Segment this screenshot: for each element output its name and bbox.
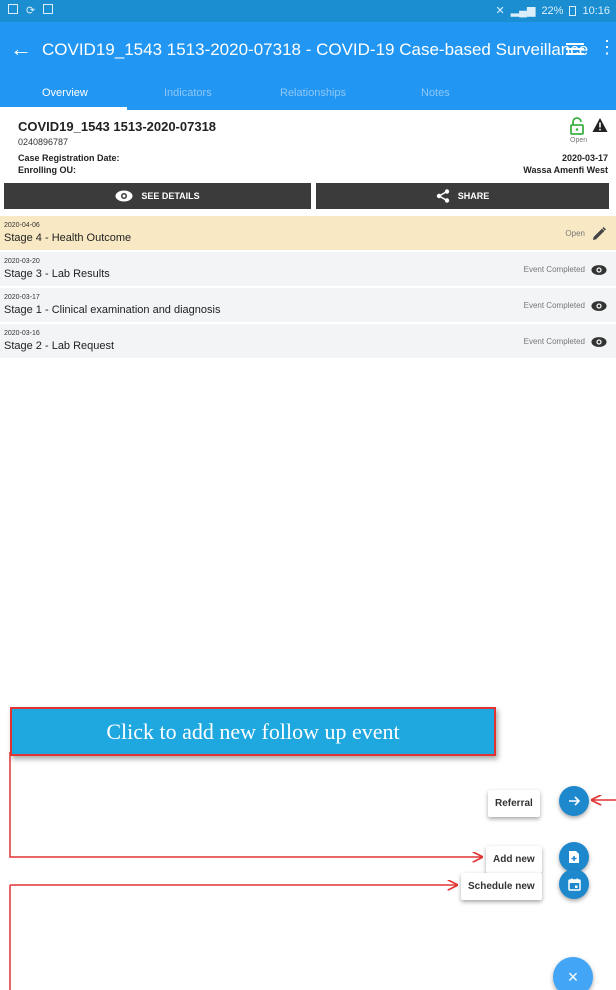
app-bar: ← COVID19_1543 1513-2020-07318 - COVID-1… (0, 22, 616, 78)
tab-bar: Overview Indicators Relationships Notes (0, 78, 616, 110)
event-status: Event Completed (523, 265, 585, 274)
edit-icon[interactable] (591, 226, 607, 242)
event-row[interactable]: 2020-04-06 Stage 4 - Health Outcome Open (0, 216, 616, 251)
referral-label[interactable]: Referral (488, 790, 540, 817)
event-row[interactable]: 2020-03-20 Stage 3 - Lab Results Event C… (0, 252, 616, 287)
event-stage-name: Stage 4 - Health Outcome (4, 232, 132, 244)
more-vert-icon[interactable]: ⋮ (598, 38, 616, 56)
share-label: SHARE (457, 191, 490, 201)
notification-icon (8, 4, 18, 14)
clock: 10:16 (582, 4, 610, 17)
event-stage-name: Stage 2 - Lab Request (4, 340, 115, 352)
tab-indicators[interactable]: Indicators (164, 87, 212, 99)
image-icon (43, 4, 54, 14)
tab-notes[interactable]: Notes (421, 87, 450, 99)
sync-icon: ⟳ (26, 5, 36, 17)
arrow-right-icon (569, 796, 581, 806)
filter-icon[interactable] (566, 40, 584, 56)
tab-overview[interactable]: Overview (42, 87, 88, 99)
close-fab-button[interactable]: × (553, 957, 593, 990)
event-stage-name: Stage 3 - Lab Results (4, 268, 110, 280)
close-icon: × (567, 966, 579, 987)
page-title: COVID19_1543 1513-2020-07318 - COVID-19 … (42, 40, 589, 59)
calendar-icon (567, 878, 581, 891)
event-row[interactable]: 2020-03-16 Stage 2 - Lab Request Event C… (0, 324, 616, 359)
eye-icon[interactable] (591, 298, 607, 314)
eye-icon[interactable] (591, 334, 607, 350)
signal-icon: ▂▄▆ (510, 5, 536, 17)
warning-icon (592, 118, 608, 132)
event-status: Event Completed (523, 301, 585, 310)
event-status: Event Completed (523, 337, 585, 346)
referral-button[interactable] (559, 786, 589, 816)
case-phone: 0240896787 (18, 137, 69, 147)
annotation-callout: Click to add new follow up event (10, 707, 496, 756)
enrollment-state: Open (570, 137, 588, 144)
battery-percent: 22% (541, 4, 564, 17)
event-stage-name: Stage 1 - Clinical examination and diagn… (4, 304, 221, 316)
event-status: Open (565, 229, 585, 238)
arrow-left-icon[interactable]: ← (10, 36, 32, 62)
arrow-to-add-new (9, 752, 482, 857)
schedule-new-button[interactable] (559, 869, 589, 899)
battery-icon (569, 5, 577, 16)
event-date: 2020-03-17 (4, 294, 40, 301)
add-new-button[interactable] (559, 842, 589, 872)
eye-icon[interactable] (591, 262, 607, 278)
see-details-label: SEE DETAILS (141, 191, 200, 201)
enrolling-ou-label: Enrolling OU: (18, 165, 76, 175)
schedule-new-label[interactable]: Schedule new (461, 873, 542, 900)
eye-icon (115, 190, 133, 202)
event-date: 2020-03-20 (4, 258, 40, 265)
lock-open-icon[interactable] (569, 117, 585, 135)
event-date: 2020-04-06 (4, 222, 40, 229)
add-document-icon (569, 851, 579, 863)
share-icon (436, 189, 449, 203)
mute-icon: ✕ (495, 5, 505, 17)
see-details-button[interactable]: SEE DETAILS (4, 183, 311, 209)
registration-date-value: 2020-03-17 (561, 153, 608, 163)
status-bar: ⟳ ✕ ▂▄▆ 22% 10:16 (0, 0, 616, 22)
enrolling-ou-value: Wassa Amenfi West (523, 165, 608, 175)
share-button[interactable]: SHARE (316, 183, 609, 209)
tab-relationships[interactable]: Relationships (280, 87, 346, 99)
case-id: COVID19_1543 1513-2020-07318 (18, 119, 217, 134)
event-row[interactable]: 2020-03-17 Stage 1 - Clinical examinatio… (0, 288, 616, 323)
event-date: 2020-03-16 (4, 330, 40, 337)
registration-date-label: Case Registration Date: (18, 153, 120, 163)
add-new-label[interactable]: Add new (486, 846, 542, 873)
